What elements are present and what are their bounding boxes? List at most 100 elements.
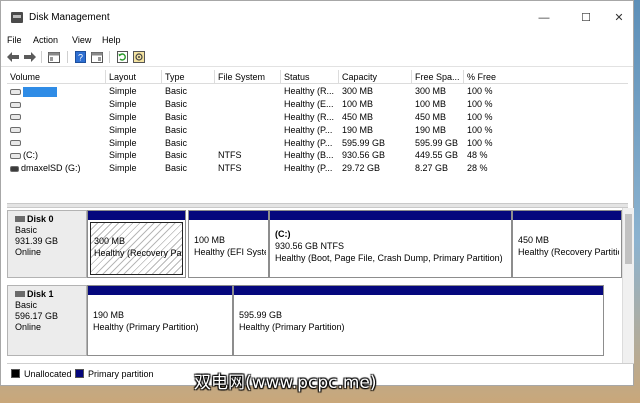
volume-pct-cell: 28 % bbox=[467, 163, 488, 174]
window-title: Disk Management bbox=[29, 12, 110, 23]
disk-icon bbox=[15, 216, 25, 222]
volume-name-cell bbox=[7, 98, 106, 111]
column-type[interactable]: Type bbox=[162, 70, 215, 84]
partition-block[interactable]: 100 MB Healthy (EFI System Partition) bbox=[188, 210, 269, 278]
column-file-system[interactable]: File System bbox=[215, 70, 281, 84]
settings-icon[interactable] bbox=[132, 50, 146, 64]
menu-bar: File Action View Help bbox=[1, 33, 633, 47]
volume-status-cell: Healthy (E... bbox=[284, 98, 334, 109]
disk-name-text: Disk 0 bbox=[27, 214, 54, 224]
primary-partition-stripe bbox=[88, 286, 232, 295]
back-arrow-icon[interactable] bbox=[6, 50, 20, 64]
disk-management-window: Disk Management — ☐ ✕ File Action View H… bbox=[0, 0, 634, 386]
legend-label-primary: Primary partition bbox=[88, 369, 154, 379]
help-icon[interactable]: ? bbox=[73, 50, 87, 64]
volume-pct-cell: 100 % bbox=[467, 137, 493, 148]
volume-type-cell: Basic bbox=[165, 163, 188, 174]
volume-free-cell: 8.27 GB bbox=[415, 163, 449, 174]
volume-fs-cell: NTFS bbox=[218, 150, 242, 161]
primary-partition-stripe bbox=[88, 211, 185, 220]
volume-fs-cell: NTFS bbox=[218, 163, 242, 174]
partition-status: Healthy (EFI System Partition) bbox=[194, 247, 266, 257]
volume-layout-cell: Simple bbox=[109, 98, 137, 109]
partition-block[interactable]: 595.99 GB Healthy (Primary Partition) bbox=[233, 285, 604, 356]
volume-status-cell: Healthy (B... bbox=[284, 150, 334, 161]
volume-free-cell: 190 MB bbox=[415, 124, 447, 135]
disk-name: Disk 0 bbox=[15, 214, 86, 225]
disk-info-panel[interactable]: Disk 1 Basic 596.17 GB Online bbox=[7, 285, 87, 356]
partition-details: 595.99 GB Healthy (Primary Partition) bbox=[236, 297, 601, 353]
partition-size: 930.56 GB NTFS bbox=[275, 241, 345, 251]
column-free-space[interactable]: Free Spa... bbox=[412, 70, 464, 84]
partition-size: 190 MB bbox=[93, 310, 125, 320]
partition-status: Healthy (Recovery Partition) bbox=[518, 247, 619, 257]
scrollbar-thumb[interactable] bbox=[625, 214, 632, 264]
volume-row[interactable]: Simple Basic Healthy (P... 595.99 GB 595.99 … bbox=[7, 137, 628, 150]
volume-layout-cell: Simple bbox=[109, 124, 137, 135]
column-volume[interactable]: Volume bbox=[7, 70, 106, 84]
drive-icon bbox=[10, 153, 21, 160]
volume-status-cell: Healthy (P... bbox=[284, 124, 333, 135]
volume-row[interactable]: Simple Basic Healthy (P... 190 MB 190 MB 100 … bbox=[7, 124, 628, 137]
properties-pane-icon[interactable] bbox=[47, 50, 61, 64]
disk-info-panel[interactable]: Disk 0 Basic 931.39 GB Online bbox=[7, 210, 87, 278]
volume-list: Simple Basic Healthy (R... 300 MB 300 MB 100 … bbox=[7, 85, 628, 175]
column-layout[interactable]: Layout bbox=[106, 70, 162, 84]
disk-name-text: Disk 1 bbox=[27, 289, 54, 299]
disk-icon bbox=[15, 291, 25, 297]
drive-icon bbox=[10, 127, 21, 134]
volume-row[interactable]: (C:) Simple Basic NTFS Healthy (B... 930.56 G… bbox=[7, 149, 628, 162]
primary-partition-stripe bbox=[513, 211, 621, 220]
console-tree-icon[interactable] bbox=[90, 50, 104, 64]
menu-view[interactable]: View bbox=[72, 33, 91, 47]
menu-help[interactable]: Help bbox=[102, 33, 121, 47]
partition-details: 450 MB Healthy (Recovery Partition) bbox=[515, 222, 619, 275]
volume-name-cell: dmaxelSD (G:) bbox=[7, 162, 106, 175]
volume-capacity-cell: 450 MB bbox=[342, 111, 374, 122]
volume-row[interactable]: Simple Basic Healthy (R... 300 MB 300 MB 100 … bbox=[7, 85, 628, 98]
volume-pct-cell: 100 % bbox=[467, 111, 493, 122]
partition-label: (C:) bbox=[275, 229, 291, 239]
volume-free-cell: 595.99 GB bbox=[415, 137, 459, 148]
partition-status: Healthy (Primary Partition) bbox=[93, 322, 199, 332]
volume-row[interactable]: Simple Basic Healthy (R... 450 MB 450 MB 100 … bbox=[7, 111, 628, 124]
usb-drive-icon bbox=[10, 165, 19, 172]
column-capacity[interactable]: Capacity bbox=[339, 70, 412, 84]
close-button[interactable]: ✕ bbox=[605, 7, 633, 29]
partition-block[interactable]: (C:) 930.56 GB NTFS Healthy (Boot, Page Fi… bbox=[269, 210, 512, 278]
watermark-text: 双电网(www.pcpc.me) bbox=[194, 373, 377, 393]
menu-file[interactable]: File bbox=[7, 33, 22, 47]
partition-block[interactable]: 300 MB Healthy (Recovery Partition) bbox=[87, 210, 186, 278]
partition-size: 595.99 GB bbox=[239, 310, 283, 320]
partition-size: 300 MB bbox=[94, 236, 126, 246]
partition-details: 300 MB Healthy (Recovery Partition) bbox=[90, 222, 183, 275]
volume-row[interactable]: Simple Basic Healthy (E... 100 MB 100 MB 100 … bbox=[7, 98, 628, 111]
volume-type-cell: Basic bbox=[165, 111, 188, 122]
minimize-button[interactable]: — bbox=[521, 7, 567, 29]
volume-free-cell: 450 MB bbox=[415, 111, 447, 122]
column-percent-free[interactable]: % Free bbox=[464, 70, 628, 84]
partition-details: 100 MB Healthy (EFI System Partition) bbox=[191, 222, 266, 275]
volume-type-cell: Basic bbox=[165, 137, 188, 148]
partition-block[interactable]: 190 MB Healthy (Primary Partition) bbox=[87, 285, 233, 356]
volume-pct-cell: 100 % bbox=[467, 86, 493, 96]
volume-layout-cell: Simple bbox=[109, 163, 137, 174]
disk-type: Basic bbox=[15, 300, 38, 310]
graphical-view-scrollbar[interactable] bbox=[622, 208, 634, 363]
forward-arrow-icon[interactable] bbox=[23, 50, 37, 64]
legend-label-unallocated: Unallocated bbox=[24, 369, 72, 379]
partition-status: Healthy (Recovery Partition) bbox=[94, 248, 182, 258]
partition-status: Healthy (Primary Partition) bbox=[239, 322, 345, 332]
partition-size: 100 MB bbox=[194, 235, 226, 245]
partition-block[interactable]: 450 MB Healthy (Recovery Partition) bbox=[512, 210, 622, 278]
column-status[interactable]: Status bbox=[281, 70, 339, 84]
maximize-button[interactable]: ☐ bbox=[563, 7, 609, 29]
partition-status: Healthy (Boot, Page File, Crash Dump, Pr… bbox=[275, 253, 503, 263]
volume-name: (C:) bbox=[23, 150, 38, 161]
drive-icon bbox=[10, 114, 21, 121]
menu-action[interactable]: Action bbox=[33, 33, 58, 47]
volume-layout-cell: Simple bbox=[109, 137, 137, 148]
volume-capacity-cell: 100 MB bbox=[342, 98, 374, 109]
refresh-icon[interactable] bbox=[115, 50, 129, 64]
volume-row[interactable]: dmaxelSD (G:) Simple Basic NTFS Healthy (P..… bbox=[7, 162, 628, 175]
